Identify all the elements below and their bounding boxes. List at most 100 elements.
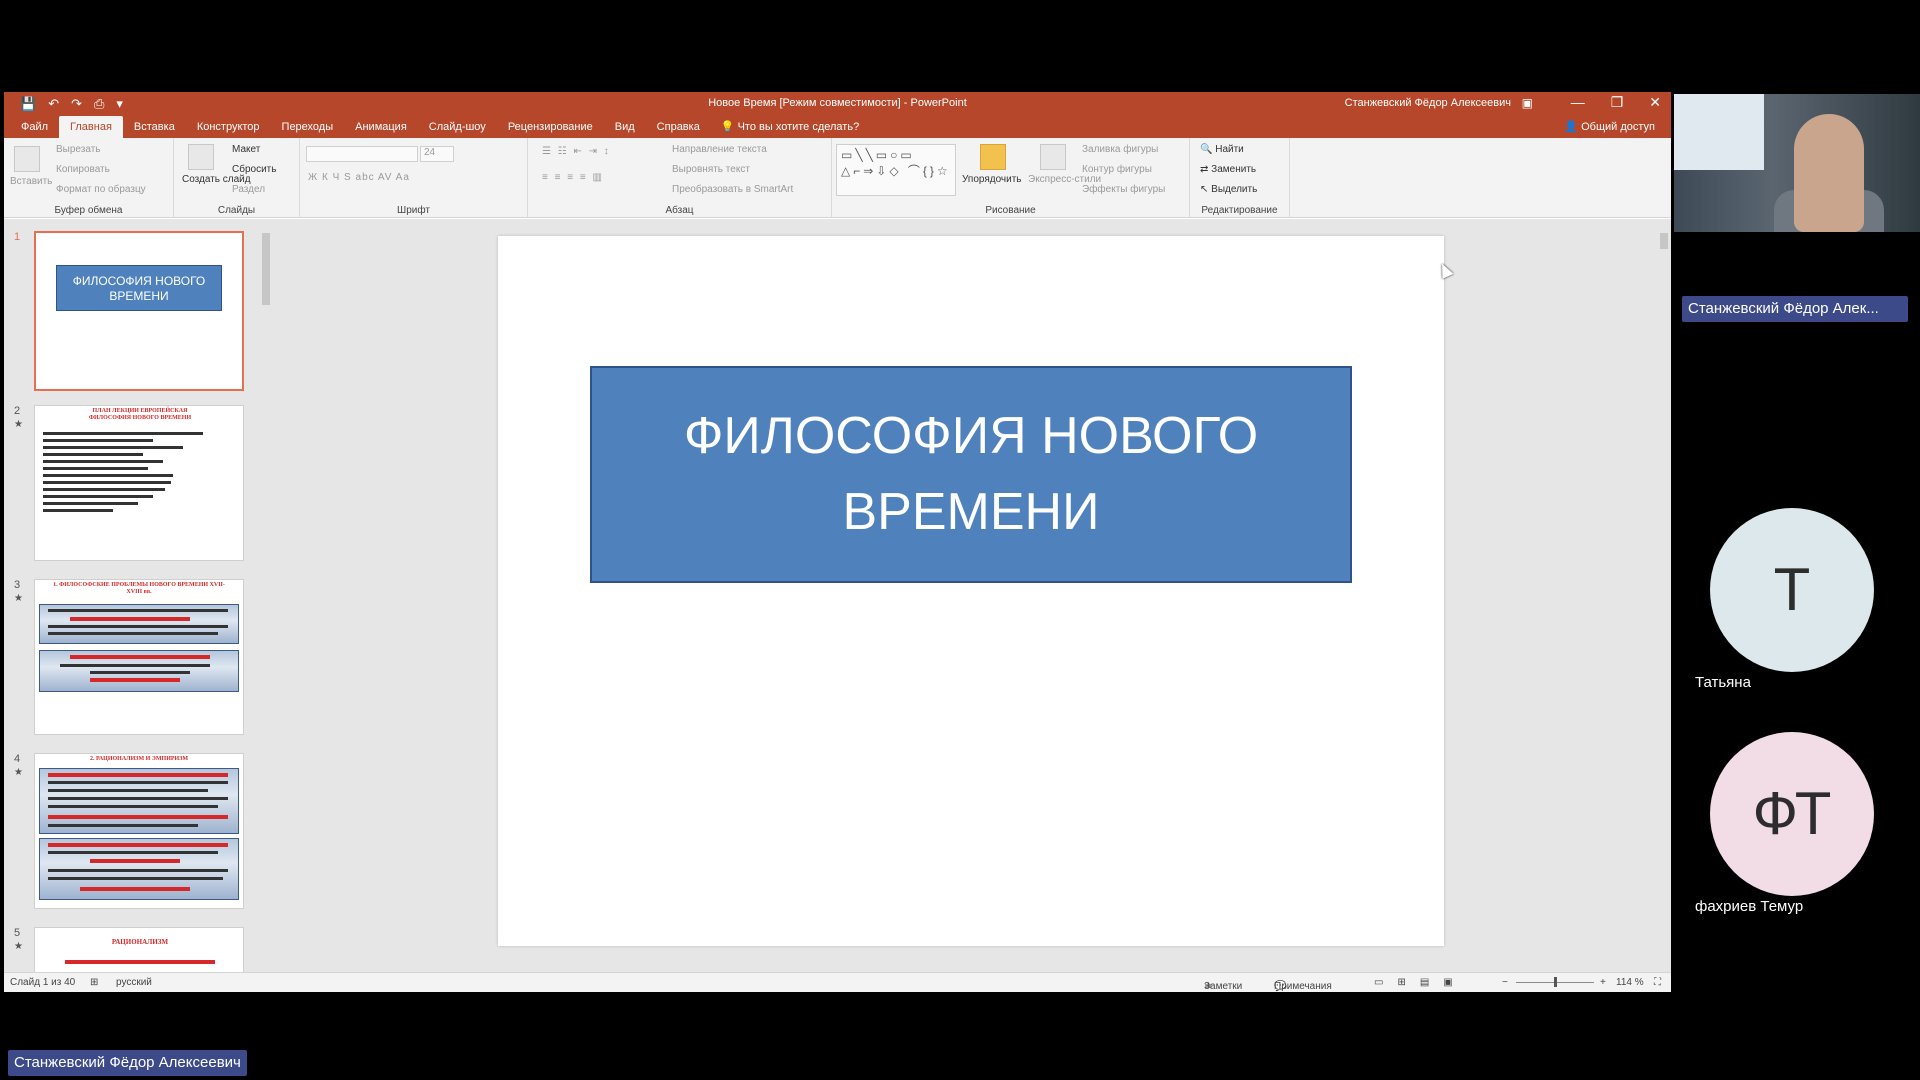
slide-counter: Слайд 1 из 40: [10, 977, 76, 988]
tab-insert[interactable]: Вставка: [123, 116, 186, 138]
thumb-title-1: ФИЛОСОФИЯ НОВОГО ВРЕМЕНИ: [56, 265, 222, 311]
thumb-panel: [39, 768, 239, 834]
slide-title[interactable]: ФИЛОСОФИЯ НОВОГО ВРЕМЕНИ: [590, 366, 1352, 583]
group-label-slides: Слайды: [217, 205, 256, 216]
thumb-animation-star-4: ★: [14, 767, 23, 778]
layout-button[interactable]: Макет: [232, 144, 260, 155]
find-label: Найти: [1215, 144, 1244, 155]
section-button[interactable]: Раздел: [232, 184, 265, 195]
zoom-level[interactable]: 114 %: [1616, 977, 1644, 988]
tab-animations[interactable]: Анимация: [344, 116, 418, 138]
tab-help[interactable]: Справка: [646, 116, 711, 138]
slide-editor[interactable]: ФИЛОСОФИЯ НОВОГО ВРЕМЕНИ: [276, 219, 1671, 972]
video-background-screen: [1674, 94, 1764, 170]
thumbnail-slide-5[interactable]: РАЦИОНАЛИЗМ: [34, 927, 244, 972]
zoom-in-button[interactable]: +: [1600, 977, 1606, 988]
reset-button[interactable]: Сбросить: [232, 164, 276, 175]
tab-design[interactable]: Конструктор: [186, 116, 271, 138]
tell-me-search[interactable]: 💡 Что вы хотите сделать?: [711, 116, 870, 138]
select-label: Выделить: [1211, 184, 1258, 195]
shape-effects-button[interactable]: Эффекты фигуры: [1082, 184, 1165, 195]
participant-avatar[interactable]: ФТ: [1710, 732, 1874, 896]
zoom-slider-handle[interactable]: [1554, 977, 1557, 987]
share-label: Общий доступ: [1581, 121, 1655, 133]
restore-button[interactable]: ❐: [1611, 94, 1624, 111]
group-label-clipboard: Буфер обмена: [54, 205, 123, 216]
tab-review[interactable]: Рецензирование: [497, 116, 604, 138]
smartart-button[interactable]: Преобразовать в SmartArt: [672, 184, 793, 195]
slide-canvas[interactable]: ФИЛОСОФИЯ НОВОГО ВРЕМЕНИ: [498, 236, 1444, 946]
editor-scrollbar[interactable]: [1658, 219, 1670, 972]
tab-slideshow[interactable]: Слайд-шоу: [418, 116, 497, 138]
group-label-font: Шрифт: [397, 205, 430, 216]
thumbnail-slide-3[interactable]: 1. ФИЛОСОФСКИЕ ПРОБЛЕМЫ НОВОГО ВРЕМЕНИ X…: [34, 579, 244, 735]
text-direction-button[interactable]: Направление текста: [672, 144, 767, 155]
paste-button[interactable]: Вставить: [10, 176, 52, 187]
cursor-icon: ↖: [1200, 184, 1212, 195]
list-buttons[interactable]: ☰ ☷ ⇤ ⇥ ↕: [542, 146, 611, 157]
signed-in-user[interactable]: Станжевский Фёдор Алексеевич: [1345, 97, 1511, 109]
zoom-out-button[interactable]: −: [1502, 977, 1508, 988]
participant-name: Татьяна: [1695, 674, 1751, 691]
language-indicator[interactable]: русский: [116, 977, 152, 988]
tab-transitions[interactable]: Переходы: [271, 116, 345, 138]
ribbon-tabs-bar: Файл Главная Вставка Конструктор Переход…: [4, 116, 1671, 138]
share-button[interactable]: 👤 Общий доступ: [1564, 120, 1655, 133]
thumb-number-5: 5: [14, 927, 21, 939]
minimize-button[interactable]: —: [1571, 94, 1585, 111]
arrange-icon: [980, 144, 1006, 170]
arrange-button[interactable]: Упорядочить: [962, 174, 1022, 185]
shapes-gallery[interactable]: ▭╲╲▭○▭ △⌐⇒⇩◇ ⌒{}☆: [836, 144, 956, 196]
align-buttons[interactable]: ≡ ≡ ≡ ≡ ▥: [542, 172, 604, 183]
tab-home[interactable]: Главная: [59, 116, 123, 138]
thumb-animation-star-5: ★: [14, 941, 23, 952]
close-button[interactable]: ✕: [1649, 94, 1661, 111]
thumbnails-scrollbar[interactable]: [260, 219, 272, 972]
thumb-animation-star-3: ★: [14, 593, 23, 604]
font-name-input[interactable]: [306, 146, 418, 162]
thumbnail-slide-1[interactable]: ФИЛОСОФИЯ НОВОГО ВРЕМЕНИ: [34, 231, 244, 391]
tell-me-label: Что вы хотите сделать?: [737, 121, 860, 133]
thumb-panel: [39, 838, 239, 900]
scrollbar-thumb[interactable]: [1660, 233, 1668, 249]
group-drawing: ▭╲╲▭○▭ △⌐⇒⇩◇ ⌒{}☆ Упорядочить Экспресс-с…: [832, 138, 1190, 218]
thumb-number-3: 3: [14, 579, 21, 591]
replace-icon: ⇄: [1200, 164, 1212, 175]
speaker-video[interactable]: [1674, 94, 1920, 232]
participant-name: фахриев Темур: [1695, 898, 1804, 915]
thumb-panel: [39, 604, 239, 644]
ribbon-display-options-icon[interactable]: ▣: [1522, 96, 1533, 110]
copy-button[interactable]: Копировать: [56, 164, 110, 175]
thumb-heading-2: ПЛАН ЛЕКЦИИ ЕВРОПЕЙСКАЯ ФИЛОСОФИЯ НОВОГО…: [88, 408, 192, 421]
participant-avatar[interactable]: Т: [1710, 508, 1874, 672]
shape-outline-button[interactable]: Контур фигуры: [1082, 164, 1152, 175]
lightbulb-icon: 💡: [720, 121, 738, 133]
search-icon: 🔍: [1200, 144, 1216, 155]
replace-button[interactable]: ⇄ Заменить: [1200, 164, 1256, 175]
fit-to-window-icon[interactable]: ⛶: [1654, 977, 1661, 988]
align-text-button[interactable]: Выровнять текст: [672, 164, 750, 175]
thumbnail-slide-2[interactable]: ПЛАН ЛЕКЦИИ ЕВРОПЕЙСКАЯ ФИЛОСОФИЯ НОВОГО…: [34, 405, 244, 561]
tab-view[interactable]: Вид: [604, 116, 646, 138]
scrollbar-thumb[interactable]: [262, 233, 270, 305]
slide-thumbnails-pane[interactable]: 1 ФИЛОСОФИЯ НОВОГО ВРЕМЕНИ 2 ★ ПЛАН ЛЕКЦ…: [4, 219, 276, 972]
cut-button[interactable]: Вырезать: [56, 144, 100, 155]
title-bar: 💾 ↶ ↷ ⎙ ▾ Новое Время [Режим совместимос…: [4, 92, 1671, 116]
group-label-editing: Редактирование: [1201, 205, 1278, 216]
select-button[interactable]: ↖ Выделить: [1200, 184, 1257, 195]
view-buttons[interactable]: ▭⊞▤▣: [1374, 977, 1467, 988]
group-paragraph: ☰ ☷ ⇤ ⇥ ↕ ≡ ≡ ≡ ≡ ▥ Направление текста В…: [528, 138, 832, 218]
ribbon-home: Вставить Вырезать Копировать Формат по о…: [4, 138, 1671, 218]
find-button[interactable]: 🔍 Найти: [1200, 144, 1244, 155]
thumbnail-slide-4[interactable]: 2. РАЦИОНАЛИЗМ И ЭМПИРИЗМ: [34, 753, 244, 909]
spellcheck-icon[interactable]: ⊞: [90, 977, 98, 988]
thumb-number-1: 1: [14, 231, 21, 243]
powerpoint-window: 💾 ↶ ↷ ⎙ ▾ Новое Время [Режим совместимос…: [4, 92, 1671, 992]
shape-fill-button[interactable]: Заливка фигуры: [1082, 144, 1158, 155]
group-editing: 🔍 Найти ⇄ Заменить ↖ Выделить Редактиров…: [1190, 138, 1290, 218]
font-format-buttons[interactable]: Ж К Ч S abc AV Aa: [308, 172, 410, 183]
font-size-input[interactable]: 24: [420, 146, 454, 162]
format-painter-button[interactable]: Формат по образцу: [56, 184, 146, 195]
paste-icon: [14, 146, 40, 172]
tab-file[interactable]: Файл: [10, 116, 59, 138]
